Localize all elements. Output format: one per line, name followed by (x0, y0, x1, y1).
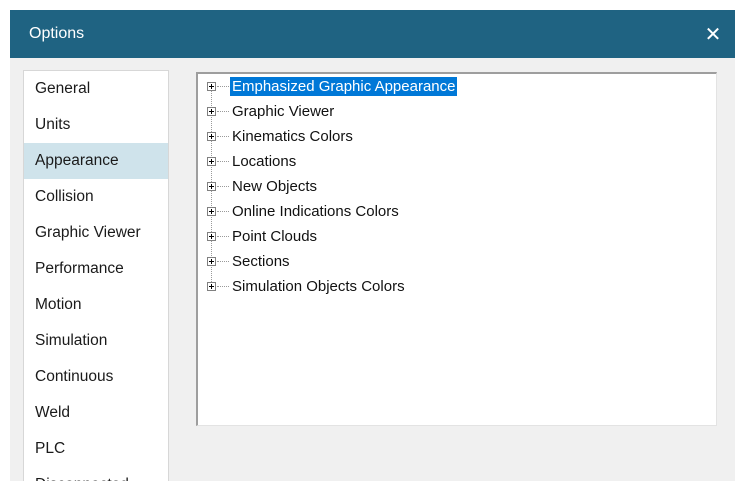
tree-item-label[interactable]: Kinematics Colors (230, 127, 355, 146)
nav-item-graphic-viewer[interactable]: Graphic Viewer (24, 215, 168, 251)
nav-item-weld[interactable]: Weld (24, 395, 168, 431)
tree-connector (217, 211, 229, 212)
tree-item-label[interactable]: Simulation Objects Colors (230, 277, 407, 296)
nav-item-continuous[interactable]: Continuous (24, 359, 168, 395)
tree-item-kinematics-colors[interactable]: Kinematics Colors (198, 126, 716, 151)
tree-item-locations[interactable]: Locations (198, 151, 716, 176)
expand-icon[interactable] (207, 232, 216, 241)
tree-connector (217, 236, 229, 237)
expand-icon[interactable] (207, 82, 216, 91)
expand-icon[interactable] (207, 132, 216, 141)
nav-item-plc[interactable]: PLC (24, 431, 168, 467)
tree-item-label[interactable]: Point Clouds (230, 227, 319, 246)
tree-connector (217, 86, 229, 87)
dialog-title: Options (29, 25, 85, 42)
tree-item-label[interactable]: Sections (230, 252, 292, 271)
tree-item-label[interactable]: New Objects (230, 177, 319, 196)
tree-item-label[interactable]: Online Indications Colors (230, 202, 401, 221)
tree-item-emphasized-graphic-appearance[interactable]: Emphasized Graphic Appearance (198, 76, 716, 101)
title-bar: Options ✕ (10, 10, 735, 58)
tree-item-label[interactable]: Locations (230, 152, 298, 171)
tree-item-label[interactable]: Graphic Viewer (230, 102, 336, 121)
tree-item-new-objects[interactable]: New Objects (198, 176, 716, 201)
expand-icon[interactable] (207, 282, 216, 291)
nav-item-appearance[interactable]: Appearance (24, 143, 168, 179)
category-list[interactable]: General Units Appearance Collision Graph… (23, 70, 169, 481)
tree-item-simulation-objects-colors[interactable]: Simulation Objects Colors (198, 276, 716, 301)
appearance-tree[interactable]: Emphasized Graphic Appearance Graphic Vi… (196, 72, 717, 426)
expand-icon[interactable] (207, 182, 216, 191)
nav-item-disconnected[interactable]: Disconnected (24, 467, 168, 481)
close-icon[interactable]: ✕ (691, 10, 735, 58)
options-dialog: Options ✕ General Units Appearance Colli… (10, 10, 735, 481)
tree-item-graphic-viewer[interactable]: Graphic Viewer (198, 101, 716, 126)
nav-item-simulation[interactable]: Simulation (24, 323, 168, 359)
tree-connector (217, 111, 229, 112)
nav-item-motion[interactable]: Motion (24, 287, 168, 323)
tree-connector (217, 286, 229, 287)
tree-item-point-clouds[interactable]: Point Clouds (198, 226, 716, 251)
nav-item-collision[interactable]: Collision (24, 179, 168, 215)
expand-icon[interactable] (207, 157, 216, 166)
tree-item-label[interactable]: Emphasized Graphic Appearance (230, 77, 458, 96)
tree-connector (217, 261, 229, 262)
nav-item-units[interactable]: Units (24, 107, 168, 143)
tree-connector (217, 136, 229, 137)
nav-item-performance[interactable]: Performance (24, 251, 168, 287)
tree-connector (217, 161, 229, 162)
tree-item-sections[interactable]: Sections (198, 251, 716, 276)
expand-icon[interactable] (207, 257, 216, 266)
tree-connector (217, 186, 229, 187)
expand-icon[interactable] (207, 207, 216, 216)
expand-icon[interactable] (207, 107, 216, 116)
tree-item-online-indications-colors[interactable]: Online Indications Colors (198, 201, 716, 226)
nav-item-general[interactable]: General (24, 71, 168, 107)
